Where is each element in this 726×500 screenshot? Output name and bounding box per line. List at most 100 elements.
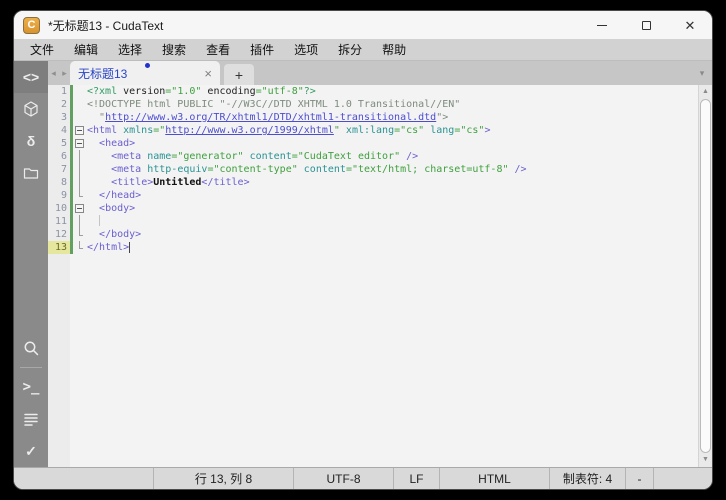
status-caret-pos[interactable]: 行 13, 列 8 bbox=[154, 468, 294, 489]
editor-line-6[interactable]: 6 <meta name="generator" content="CudaTe… bbox=[48, 150, 698, 163]
code-text[interactable] bbox=[87, 215, 101, 228]
line-number[interactable]: 7 bbox=[48, 163, 70, 176]
editor-lines[interactable]: 1 <?xml version="1.0" encoding="utf-8"?> 2… bbox=[48, 85, 698, 467]
validate-check-icon[interactable]: ✓ bbox=[14, 435, 48, 467]
code-text[interactable]: <meta name="generator" content="CudaText… bbox=[87, 150, 418, 163]
menu-item-4[interactable]: 搜索 bbox=[152, 39, 196, 61]
cudatext-app-icon: C bbox=[23, 16, 40, 34]
code-text[interactable]: <?xml version="1.0" encoding="utf-8"?> bbox=[87, 85, 316, 98]
editor-line-3[interactable]: 3 "http://www.w3.org/TR/xhtml1/DTD/xhtml… bbox=[48, 111, 698, 124]
editor-line-12[interactable]: 12 </body> bbox=[48, 228, 698, 241]
line-number[interactable]: 1 bbox=[48, 85, 70, 98]
editor-line-9[interactable]: 9 </head> bbox=[48, 189, 698, 202]
line-number[interactable]: 12 bbox=[48, 228, 70, 241]
title-bar[interactable]: C *无标题13 - CudaText ✕ bbox=[14, 11, 712, 39]
status-encoding[interactable]: UTF-8 bbox=[294, 468, 394, 489]
fold-end-icon bbox=[79, 228, 83, 236]
minimize-button[interactable] bbox=[580, 11, 624, 39]
maximize-icon bbox=[641, 20, 651, 30]
code-text[interactable]: </head> bbox=[87, 189, 141, 202]
scrollbar-thumb[interactable] bbox=[700, 99, 711, 453]
project-folder-icon[interactable] bbox=[14, 157, 48, 189]
status-lexer[interactable]: HTML bbox=[440, 468, 550, 489]
minimize-icon bbox=[597, 24, 607, 26]
fold-collapse-icon[interactable] bbox=[75, 204, 84, 213]
line-number[interactable]: 2 bbox=[48, 98, 70, 111]
editor-line-8[interactable]: 8 <title>Untitled</title> bbox=[48, 176, 698, 189]
editor-line-2[interactable]: 2 <!DOCTYPE html PUBLIC "-//W3C//DTD XHTM… bbox=[48, 98, 698, 111]
line-number[interactable]: 3 bbox=[48, 111, 70, 124]
status-selection[interactable]: - bbox=[626, 468, 654, 489]
code-editor-icon-glyph: <> bbox=[22, 69, 40, 85]
editor-line-7[interactable]: 7 <meta http-equiv="content-type" conten… bbox=[48, 163, 698, 176]
line-number[interactable]: 13 bbox=[48, 241, 70, 254]
line-number[interactable]: 11 bbox=[48, 215, 70, 228]
status-fill[interactable] bbox=[654, 468, 712, 489]
status-line-ends[interactable]: LF bbox=[394, 468, 440, 489]
vertical-scrollbar[interactable]: ▲ ▼ bbox=[698, 85, 712, 467]
code-text[interactable]: </body> bbox=[87, 228, 141, 241]
status-bar: 行 13, 列 8 UTF-8 LF HTML 制表符: 4- bbox=[14, 467, 712, 489]
editor-line-1[interactable]: 1 <?xml version="1.0" encoding="utf-8"?> bbox=[48, 85, 698, 98]
menu-item-2[interactable]: 编辑 bbox=[64, 39, 108, 61]
console-icon[interactable]: >_ bbox=[14, 371, 48, 403]
menu-item-5[interactable]: 查看 bbox=[196, 39, 240, 61]
tab-scroll-right-button[interactable]: ▸ bbox=[59, 61, 70, 85]
fold-marker bbox=[74, 215, 87, 228]
maximize-button[interactable] bbox=[624, 11, 668, 39]
line-number[interactable]: 6 bbox=[48, 150, 70, 163]
code-text[interactable]: <title>Untitled</title> bbox=[87, 176, 250, 189]
fold-collapse-icon[interactable] bbox=[75, 139, 84, 148]
editor-line-11[interactable]: 11 bbox=[48, 215, 698, 228]
line-number[interactable]: 9 bbox=[48, 189, 70, 202]
status-tab-size[interactable]: 制表符: 4 bbox=[550, 468, 626, 489]
fold-marker[interactable] bbox=[74, 124, 87, 137]
code-text[interactable]: </html> bbox=[87, 241, 131, 254]
code-text[interactable]: <head> bbox=[87, 137, 135, 150]
tab-list-dropdown-button[interactable]: ▾ bbox=[692, 61, 712, 85]
package-cube-icon[interactable] bbox=[14, 93, 48, 125]
menu-item-7[interactable]: 选项 bbox=[284, 39, 328, 61]
modified-dot-icon bbox=[145, 63, 150, 68]
modified-marker bbox=[70, 163, 73, 176]
code-editor-icon[interactable]: <> bbox=[14, 61, 48, 93]
editor-line-13[interactable]: 13 </html> bbox=[48, 241, 698, 254]
editor-line-5[interactable]: 5 <head> bbox=[48, 137, 698, 150]
menu-item-8[interactable]: 拆分 bbox=[328, 39, 372, 61]
code-text[interactable]: <meta http-equiv="content-type" content=… bbox=[87, 163, 526, 176]
line-number[interactable]: 4 bbox=[48, 124, 70, 137]
fold-marker[interactable] bbox=[74, 202, 87, 215]
scroll-up-arrow-icon[interactable]: ▲ bbox=[699, 86, 712, 98]
menu-item-1[interactable]: 文件 bbox=[20, 39, 64, 61]
tab-scroll-left-button[interactable]: ◂ bbox=[48, 61, 59, 85]
menu-item-9[interactable]: 帮助 bbox=[372, 39, 416, 61]
menu-item-6[interactable]: 插件 bbox=[240, 39, 284, 61]
activity-sidebar: <> δ >_ ✓ bbox=[14, 61, 48, 467]
line-number[interactable]: 5 bbox=[48, 137, 70, 150]
editor-line-10[interactable]: 10 <body> bbox=[48, 202, 698, 215]
fold-collapse-icon[interactable] bbox=[75, 126, 84, 135]
code-text[interactable]: <body> bbox=[87, 202, 135, 215]
close-button[interactable]: ✕ bbox=[668, 11, 712, 39]
status-empty-left[interactable] bbox=[14, 468, 154, 489]
snippets-delta-icon[interactable]: δ bbox=[14, 125, 48, 157]
menu-item-3[interactable]: 选择 bbox=[108, 39, 152, 61]
text-caret bbox=[129, 241, 131, 253]
code-text[interactable]: <html xmlns="http://www.w3.org/1999/xhtm… bbox=[87, 124, 490, 137]
fold-marker bbox=[74, 98, 87, 111]
fold-marker[interactable] bbox=[74, 137, 87, 150]
line-number[interactable]: 8 bbox=[48, 176, 70, 189]
editor-empty-space[interactable] bbox=[48, 254, 698, 467]
fold-marker bbox=[74, 163, 87, 176]
output-list-icon[interactable] bbox=[14, 403, 48, 435]
sidebar-divider bbox=[20, 367, 42, 368]
scroll-down-arrow-icon[interactable]: ▼ bbox=[699, 454, 712, 466]
editor-line-4[interactable]: 4 <html xmlns="http://www.w3.org/1999/xht… bbox=[48, 124, 698, 137]
search-icon[interactable] bbox=[14, 332, 48, 364]
line-number[interactable]: 10 bbox=[48, 202, 70, 215]
tab-close-icon[interactable]: × bbox=[204, 67, 212, 80]
tab-untitled13[interactable]: 无标题13 × bbox=[70, 61, 220, 85]
new-tab-button[interactable]: + bbox=[224, 64, 254, 85]
code-text[interactable]: <!DOCTYPE html PUBLIC "-//W3C//DTD XHTML… bbox=[87, 98, 460, 111]
code-text[interactable]: "http://www.w3.org/TR/xhtml1/DTD/xhtml1-… bbox=[87, 111, 448, 124]
